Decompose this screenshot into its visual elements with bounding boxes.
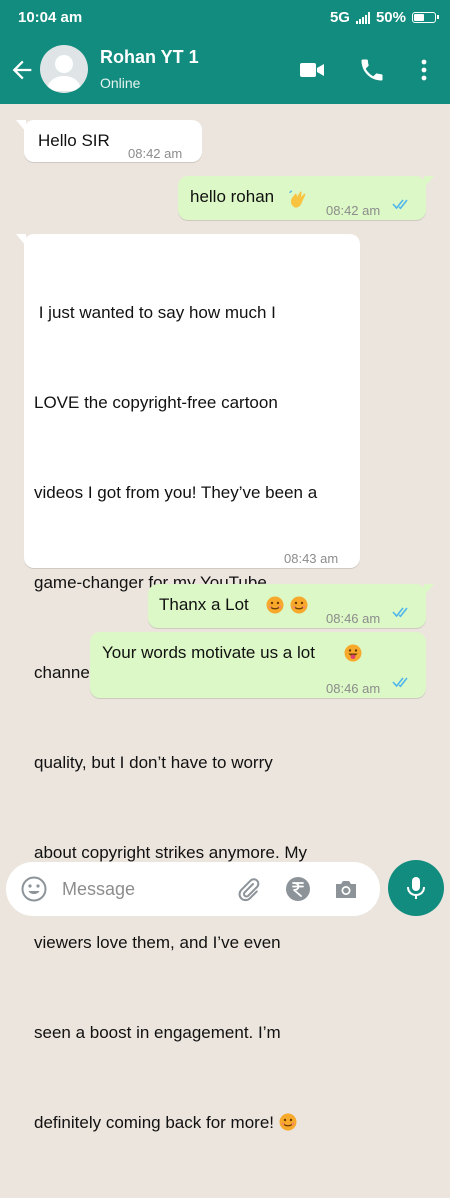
message-time: 08:46 am: [326, 681, 381, 696]
smiling-face-icon: [290, 596, 308, 614]
message-text-block: I just wanted to say how much I LOVE the…: [34, 238, 317, 1198]
read-receipt-icon: [392, 199, 408, 210]
message-text: Your words motivate us a lot: [102, 643, 315, 662]
battery-icon: [412, 12, 439, 23]
status-time: 10:04 am: [18, 9, 83, 26]
message-input-bar: Message: [6, 862, 380, 916]
message-incoming[interactable]: I just wanted to say how much I LOVE the…: [16, 234, 360, 1132]
video-call-icon[interactable]: [298, 56, 326, 84]
contact-status: Online: [100, 75, 141, 91]
voice-call-icon[interactable]: [358, 56, 386, 84]
back-arrow-icon[interactable]: [8, 56, 36, 84]
message-incoming[interactable]: Hello SIR 08:42 am: [16, 120, 202, 162]
camera-icon[interactable]: [332, 875, 360, 903]
emoji-icon[interactable]: [20, 875, 48, 903]
chat-header: Rohan YT 1 Online: [0, 36, 450, 104]
smiling-face-icon: [279, 1113, 297, 1131]
message-time: 08:46 am: [326, 611, 381, 626]
chat-area: Hello SIR 08:42 am hello rohan 08:42 am …: [0, 104, 450, 1132]
message-time: 08:42 am: [128, 146, 183, 161]
message-line: quality, but I don’t have to worry: [34, 753, 273, 772]
attach-icon[interactable]: [234, 875, 262, 903]
message-line: definitely coming back for more!: [34, 1108, 317, 1138]
message-line: I just wanted to say how much I: [34, 303, 276, 322]
message-text: hello rohan: [190, 187, 275, 206]
microphone-icon: [407, 877, 425, 899]
message-time: 08:43 am: [284, 551, 339, 566]
contact-name[interactable]: Rohan YT 1: [100, 47, 199, 68]
smiling-face-icon: [266, 596, 284, 614]
message-time: 08:42 am: [326, 203, 381, 218]
voice-message-button[interactable]: [388, 860, 444, 916]
message-line: seen a boost in engagement. I’m: [34, 1023, 281, 1042]
payment-rupee-icon[interactable]: [284, 875, 312, 903]
message-outgoing[interactable]: hello rohan 08:42 am: [178, 176, 434, 220]
network-label: 5G: [329, 9, 350, 26]
message-text: Hello SIR: [38, 131, 110, 150]
status-bar: 10:04 am 5G 50%: [0, 0, 450, 36]
message-outgoing[interactable]: Your words motivate us a lot 08:46 am: [90, 632, 426, 698]
tongue-face-icon: [344, 644, 362, 662]
message-outgoing[interactable]: Thanx a Lot 08:46 am: [148, 584, 434, 628]
read-receipt-icon: [392, 607, 408, 618]
avatar[interactable]: [40, 45, 88, 93]
read-receipt-icon: [392, 677, 408, 688]
status-right: 5G 50%: [329, 9, 439, 26]
signal-icon: [355, 11, 370, 24]
battery-percent: 50%: [375, 9, 406, 26]
message-line: LOVE the copyright-free cartoon: [34, 393, 278, 412]
message-text: Thanx a Lot: [159, 595, 249, 614]
message-line: viewers love them, and I’ve even: [34, 933, 281, 952]
waving-hand-icon: [289, 190, 306, 208]
message-line: videos I got from you! They’ve been a: [34, 483, 318, 502]
more-options-icon[interactable]: [410, 56, 438, 84]
message-input[interactable]: Message: [62, 879, 135, 900]
default-avatar-icon: [46, 55, 82, 91]
